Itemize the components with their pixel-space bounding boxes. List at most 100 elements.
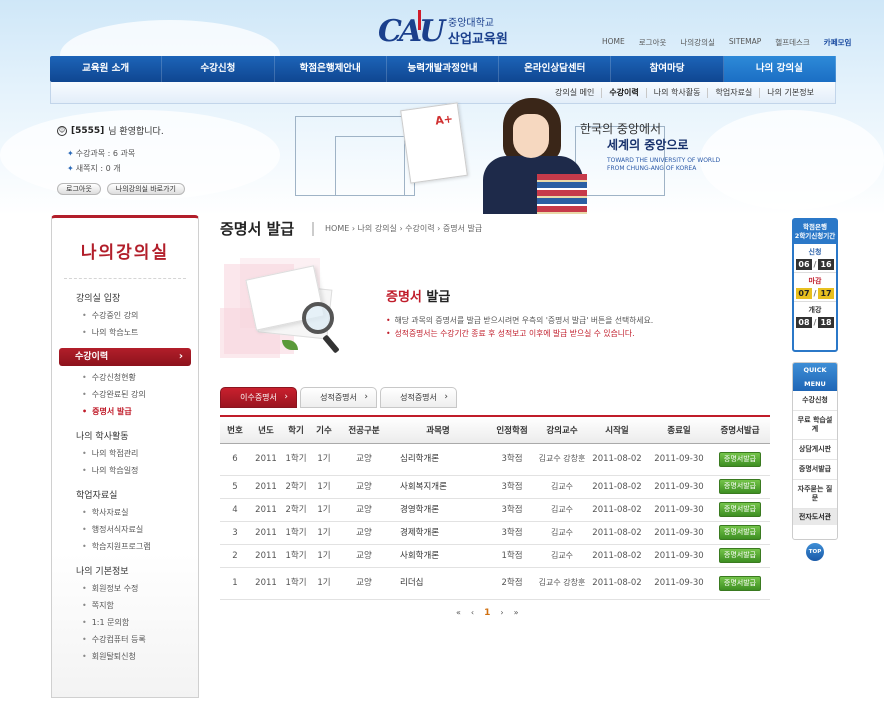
gnb-item-credit-bank[interactable]: 학점은행제안내 (275, 56, 387, 82)
col-term: 기수 (310, 415, 338, 444)
sidebar-item-withdraw[interactable]: 회원탈퇴신청 (82, 651, 198, 662)
quick-item-enroll[interactable]: 수강신청 (793, 391, 837, 411)
exam-paper-image (400, 102, 468, 184)
certificate-table: 번호 년도 학기 기수 전공구분 과목명 인정학점 강의교수 시작일 종료일 증… (220, 415, 770, 600)
current-page[interactable]: 1 (484, 608, 490, 618)
schedule-opening: 개강 08/18 (794, 301, 836, 330)
intro-title-highlight: 증명서 (386, 290, 422, 305)
sidebar-item-enroll-status[interactable]: 수강신청현황 (82, 372, 198, 383)
sidebar-item-academic-data[interactable]: 학사자료실 (82, 507, 198, 518)
quick-item-free-planning[interactable]: 무료 학습설계 (793, 411, 837, 440)
quick-item-e-library[interactable]: 전자도서관 (793, 509, 837, 525)
sidebar-item-forms[interactable]: 행정서식자료실 (82, 524, 198, 535)
welcome-buttons: 로그아웃 나의강의실 바로가기 (57, 183, 185, 195)
magnifier-icon (302, 302, 334, 334)
col-professor: 강의교수 (538, 415, 586, 444)
top-link-home[interactable]: HOME (595, 37, 632, 48)
sidebar-group-resources[interactable]: 학업자료실 (76, 488, 198, 501)
hero-slogan-english: TOWARD THE UNIVERSITY OF WORLD FROM CHUN… (607, 157, 747, 173)
sidebar-group-history[interactable]: 수강이력 (59, 348, 191, 366)
lnb-item-info[interactable]: 나의 기본정보 (759, 87, 821, 98)
table-row: 2 2011 1학기 1기 교양 사회학개론 1학점 김교수 2011-08-02 2011-09… (220, 544, 770, 568)
issue-certificate-button[interactable]: 증명서발급 (718, 502, 762, 517)
sidebar-item-schedule[interactable]: 나의 학습일정 (82, 465, 198, 476)
sidebar-item-study-notes[interactable]: 나의 학습노트 (82, 327, 198, 338)
magnifier-handle (322, 334, 340, 354)
logo-university-name: 중앙대학교 (448, 18, 494, 29)
col-subject: 과목명 (390, 415, 486, 444)
quick-item-faq[interactable]: 자주묻는 질문 (793, 480, 837, 509)
hero-slogan-line1: 한국의 중앙에서 (580, 122, 662, 136)
tab-grade-certificate-2[interactable]: 성적증명서 (380, 387, 457, 408)
sidebar: 나의강의실 강의실 입장 수강중인 강의 나의 학습노트 수강이력 수강신청현황… (51, 215, 199, 698)
sidebar-item-current-courses[interactable]: 수강중인 강의 (82, 310, 198, 321)
prev-page-button[interactable]: ‹ (471, 608, 474, 618)
quick-menu-title: QUICK MENU (793, 363, 837, 391)
quick-item-certificate[interactable]: 증명서발급 (793, 460, 837, 480)
quick-menu: QUICK MENU 수강신청 무료 학습설계 상담게시판 증명서발급 자주묻는… (792, 362, 838, 540)
sidebar-group-academic[interactable]: 나의 학사활동 (76, 429, 198, 442)
gnb-item-counseling[interactable]: 온라인상담센터 (499, 56, 612, 82)
table-row: 1 2011 1학기 1기 교양 리더십 2학점 김교수 강창훈 2011-08-02 2011-… (220, 567, 770, 600)
issue-certificate-button[interactable]: 증명서발급 (718, 525, 762, 540)
col-no: 번호 (220, 415, 250, 444)
certificate-illustration (220, 258, 350, 368)
gnb-item-development[interactable]: 능력개발과정안내 (387, 56, 500, 82)
smile-icon: ☺ (57, 125, 67, 136)
books-image (537, 174, 587, 214)
top-link-mylecture[interactable]: 나의강의실 (673, 37, 722, 48)
message-count[interactable]: 새쪽지 : 0 개 (76, 164, 121, 173)
welcome-greeting: 님 환영합니다. (108, 127, 164, 137)
issue-certificate-button[interactable]: 증명서발급 (718, 575, 762, 591)
issue-certificate-button[interactable]: 증명서발급 (718, 479, 762, 494)
issue-certificate-button[interactable]: 증명서발급 (718, 548, 762, 563)
sidebar-item-completed[interactable]: 수강완료된 강의 (82, 389, 198, 400)
intro-section: 증명서 발급 • 해당 과목의 증명서를 발급 받으시려면 우측의 '증명서 발급… (220, 258, 770, 368)
sidebar-item-edit-profile[interactable]: 회원정보 수정 (82, 583, 198, 594)
top-link-sitemap[interactable]: SITEMAP (722, 37, 768, 48)
sidebar-item-messages[interactable]: 쪽지함 (82, 600, 198, 611)
welcome-box: ☺ [5555] 님 환영합니다. ✦ 수강과목 : 6 과목 ✦ 새쪽지 : 0 … (57, 124, 257, 176)
next-page-button[interactable]: › (500, 608, 503, 618)
top-link-logout[interactable]: 로그아웃 (632, 37, 674, 48)
top-link-cafe[interactable]: 카페모임 (817, 37, 859, 48)
page-header: 증명서 발급 HOME › 나의 강의실 › 수강이력 › 증명서 발급 (220, 218, 770, 240)
page-title: 증명서 발급 (220, 220, 295, 238)
sidebar-group-enter[interactable]: 강의실 입장 (76, 291, 198, 304)
divider (64, 278, 186, 279)
last-page-button[interactable]: » (514, 608, 519, 618)
intro-desc-1: • 해당 과목의 증명서를 발급 받으시려면 우측의 '증명서 발급' 버튼을 선… (386, 316, 654, 325)
gnb-item-my-lecture[interactable]: 나의 강의실 (723, 56, 836, 82)
table-row: 4 2011 2학기 1기 교양 경영학개론 3학점 김교수 2011-08-02 2011-09… (220, 498, 770, 522)
intro-desc-2: • 성적증명서는 수강기간 종료 후 성적보고 이후에 발급 받으실 수 있습니다… (386, 329, 635, 338)
sidebar-title: 나의강의실 (80, 243, 170, 263)
table-row: 6 2011 1학기 1기 교양 심리학개론 3학점 김교수 강창훈 2011-08-02 201… (220, 443, 770, 476)
tab-grade-certificate[interactable]: 성적증명서 (300, 387, 377, 408)
pagination: « ‹ 1 › » (456, 608, 518, 618)
tab-completion-certificate[interactable]: 이수증명서 (220, 387, 297, 408)
sidebar-item-pc-register[interactable]: 수강컴퓨터 등록 (82, 634, 198, 645)
top-link-helpdesk[interactable]: 헬프데스크 (768, 37, 817, 48)
schedule-widget: 학점은행 2학기신청기간 신청 06/16 마감 07/17 개강 08/18 (792, 218, 838, 352)
first-page-button[interactable]: « (456, 608, 461, 618)
my-lecture-shortcut-button[interactable]: 나의강의실 바로가기 (106, 183, 185, 195)
issue-certificate-button[interactable]: 증명서발급 (718, 451, 762, 467)
scroll-top-button[interactable]: TOP (806, 543, 824, 561)
bullet-icon: ✦ (67, 164, 74, 173)
gnb-item-enroll[interactable]: 수강신청 (162, 56, 275, 82)
certificate-tabs: 이수증명서 성적증명서 성적증명서 (220, 387, 457, 408)
col-year: 년도 (250, 415, 282, 444)
sidebar-item-support[interactable]: 학습지원프로그램 (82, 541, 198, 552)
logout-button[interactable]: 로그아웃 (57, 183, 101, 195)
hero-visual (275, 96, 745, 214)
quick-item-counseling[interactable]: 상담게시판 (793, 440, 837, 460)
gnb-item-community[interactable]: 참여마당 (611, 56, 724, 82)
sidebar-item-certificate[interactable]: 증명서 발급 (82, 406, 198, 417)
sidebar-item-credits[interactable]: 나의 학점관리 (82, 448, 198, 459)
sidebar-item-inquiry[interactable]: 1:1 문의함 (82, 617, 198, 628)
sidebar-group-info[interactable]: 나의 기본정보 (76, 564, 198, 577)
gnb-item-about[interactable]: 교육원 소개 (50, 56, 163, 82)
table-row: 5 2011 2학기 1기 교양 사회복지개론 3학점 김교수 2011-08-02 2011-0… (220, 475, 770, 499)
col-semester: 학기 (282, 415, 310, 444)
schedule-deadline: 마감 07/17 (794, 272, 836, 301)
